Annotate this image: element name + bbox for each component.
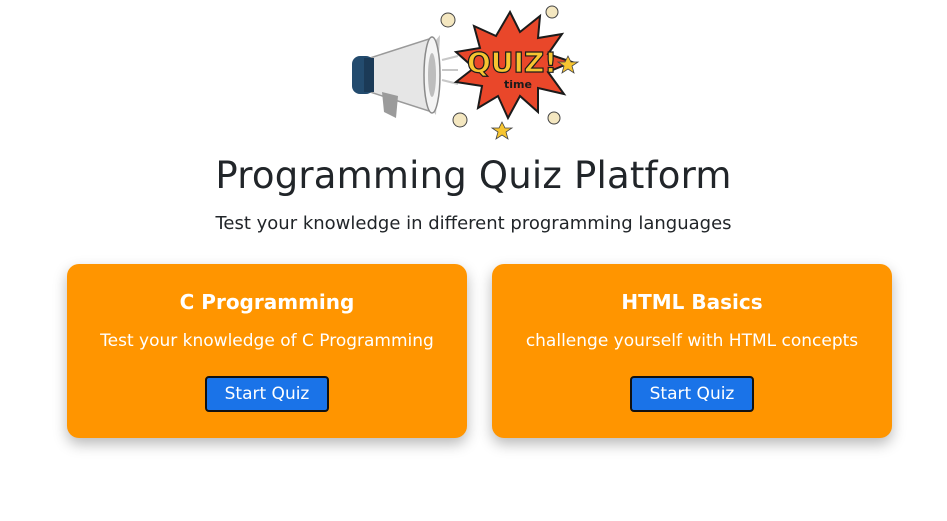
quiz-card-c-programming: C Programming Test your knowledge of C P…	[67, 264, 467, 438]
megaphone-icon	[352, 35, 459, 118]
card-description: Test your knowledge of C Programming	[100, 331, 434, 351]
quiz-burst-text: QUIZ!	[467, 46, 557, 79]
page-subtitle: Test your knowledge in different program…	[215, 213, 732, 234]
page-title: Programming Quiz Platform	[215, 154, 732, 197]
card-title: C Programming	[179, 290, 355, 314]
card-description: challenge yourself with HTML concepts	[525, 331, 859, 351]
quiz-burst-icon: QUIZ! time	[440, 5, 580, 140]
quiz-card-html-basics: HTML Basics challenge yourself with HTML…	[492, 264, 892, 438]
start-quiz-button[interactable]: Start Quiz	[205, 376, 329, 412]
start-quiz-button[interactable]: Start Quiz	[630, 376, 754, 412]
quiz-burst-subtext: time	[504, 78, 532, 91]
card-title: HTML Basics	[621, 290, 763, 314]
quiz-time-illustration: QUIZ! time	[340, 0, 590, 145]
